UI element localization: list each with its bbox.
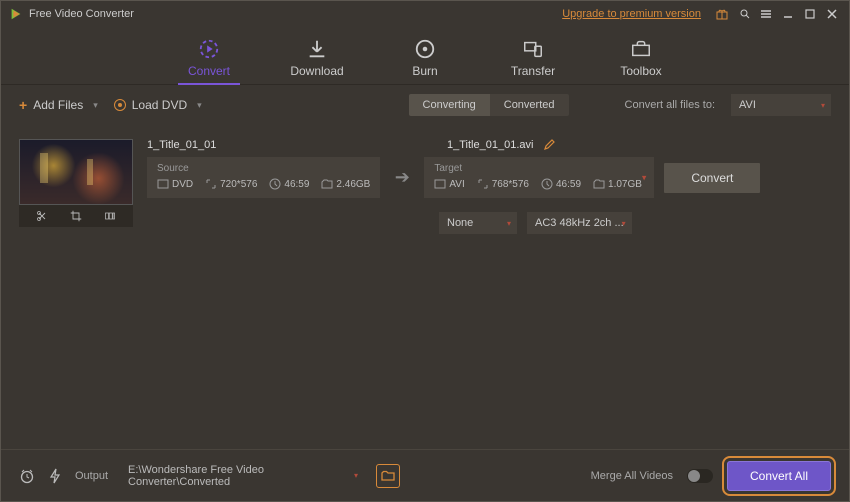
disc-icon	[114, 99, 126, 111]
file-list: 1_Title_01_01 1_Title_01_01.avi Source D…	[1, 125, 849, 449]
nav-toolbox[interactable]: Toolbox	[614, 38, 668, 84]
source-size: 2.46GB	[321, 178, 370, 190]
toolbox-icon	[630, 38, 652, 60]
source-resolution: 720*576	[205, 178, 257, 190]
output-path-field[interactable]: E:\Wondershare Free Video Converter\Conv…	[122, 465, 362, 487]
target-filename: 1_Title_01_01.avi	[447, 139, 533, 151]
target-duration: 46:59	[541, 178, 581, 190]
app-logo-icon	[9, 7, 23, 21]
source-duration: 46:59	[269, 178, 309, 190]
chevron-down-icon: ▾	[821, 101, 825, 110]
target-format: AVI	[434, 178, 464, 190]
close-button[interactable]	[823, 5, 841, 23]
target-panel-label: Target	[434, 163, 644, 174]
target-panel[interactable]: Target AVI 768*576 46:59 1.07GB ▾	[424, 157, 654, 198]
file-item: 1_Title_01_01 1_Title_01_01.avi Source D…	[19, 139, 831, 234]
nav-label: Download	[290, 64, 343, 78]
source-filename: 1_Title_01_01	[147, 139, 437, 151]
convert-button[interactable]: Convert	[664, 163, 760, 193]
nav-burn[interactable]: Burn	[398, 38, 452, 84]
audio-track-value: AC3 48kHz 2ch ...	[535, 217, 624, 229]
arrow-right-icon: ➔	[390, 167, 414, 188]
download-icon	[306, 38, 328, 60]
subtitle-value: None	[447, 217, 473, 229]
output-format-dropdown[interactable]: AVI ▾	[731, 94, 831, 116]
source-panel-label: Source	[157, 163, 370, 174]
tab-converting[interactable]: Converting	[409, 94, 490, 116]
convert-status-tabs: Converting Converted	[409, 94, 569, 116]
video-thumbnail[interactable]	[19, 139, 133, 205]
maximize-button[interactable]	[801, 5, 819, 23]
nav-label: Convert	[188, 64, 230, 78]
gpu-accel-icon[interactable]	[49, 468, 61, 484]
add-files-label: Add Files	[33, 98, 83, 112]
source-panel: Source DVD 720*576 46:59 2.46GB	[147, 157, 380, 198]
main-nav: Convert Download Burn Transfer Toolbox	[1, 27, 849, 85]
burn-icon	[414, 38, 436, 60]
effects-icon[interactable]	[104, 210, 116, 222]
open-output-folder-button[interactable]	[376, 464, 400, 488]
folder-icon	[381, 469, 395, 483]
app-title: Free Video Converter	[29, 8, 134, 20]
output-path-value: E:\Wondershare Free Video Converter\Conv…	[128, 464, 356, 488]
source-format: DVD	[157, 178, 193, 190]
upgrade-link[interactable]: Upgrade to premium version	[562, 8, 701, 20]
output-label: Output	[75, 470, 108, 482]
login-icon[interactable]	[735, 5, 753, 23]
nav-download[interactable]: Download	[290, 38, 344, 84]
chevron-down-icon: ▾	[507, 219, 511, 228]
target-resolution: 768*576	[477, 178, 529, 190]
crop-icon[interactable]	[70, 210, 82, 222]
tab-converted[interactable]: Converted	[490, 94, 569, 116]
schedule-icon[interactable]	[19, 468, 35, 484]
convert-all-label: Convert all files to:	[625, 99, 715, 111]
chevron-down-icon: ▾	[642, 172, 647, 183]
nav-label: Toolbox	[620, 64, 661, 78]
chevron-down-icon: ▾	[197, 100, 202, 111]
merge-all-toggle[interactable]	[687, 469, 713, 483]
output-format-value: AVI	[739, 99, 756, 111]
chevron-down-icon: ▾	[622, 219, 626, 228]
add-files-button[interactable]: + Add Files ▾	[19, 97, 98, 113]
edit-filename-icon[interactable]	[543, 139, 555, 151]
merge-all-label: Merge All Videos	[591, 470, 673, 482]
target-size: 1.07GB	[593, 178, 642, 190]
load-dvd-label: Load DVD	[132, 98, 187, 112]
trim-icon[interactable]	[36, 210, 48, 222]
nav-convert[interactable]: Convert	[182, 38, 236, 84]
load-dvd-button[interactable]: Load DVD ▾	[114, 98, 202, 112]
convert-icon	[198, 38, 220, 60]
gift-icon[interactable]	[713, 5, 731, 23]
sub-toolbar: + Add Files ▾ Load DVD ▾ Converting Conv…	[1, 85, 849, 125]
plus-icon: +	[19, 97, 27, 113]
titlebar: Free Video Converter Upgrade to premium …	[1, 1, 849, 27]
thumbnail-tools	[19, 205, 133, 227]
menu-icon[interactable]	[757, 5, 775, 23]
nav-label: Transfer	[511, 64, 555, 78]
convert-all-button[interactable]: Convert All	[727, 461, 831, 491]
nav-transfer[interactable]: Transfer	[506, 38, 560, 84]
footer-bar: Output E:\Wondershare Free Video Convert…	[1, 449, 849, 501]
chevron-down-icon: ▾	[354, 471, 358, 480]
audio-track-dropdown[interactable]: AC3 48kHz 2ch ... ▾	[527, 212, 632, 234]
minimize-button[interactable]	[779, 5, 797, 23]
nav-label: Burn	[412, 64, 437, 78]
transfer-icon	[522, 38, 544, 60]
chevron-down-icon: ▾	[93, 100, 98, 111]
subtitle-dropdown[interactable]: None ▾	[439, 212, 517, 234]
